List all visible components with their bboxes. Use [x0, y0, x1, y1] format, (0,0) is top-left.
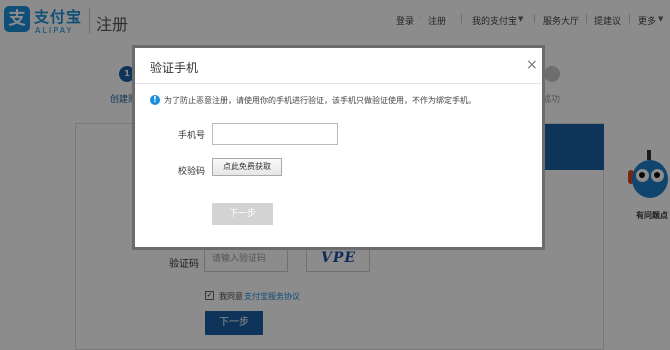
close-icon[interactable]: × — [526, 57, 538, 73]
dialog-title: 验证手机 — [150, 61, 199, 75]
phone-label: 手机号 — [178, 131, 206, 141]
dialog-next-button[interactable]: 下一步 — [212, 203, 273, 225]
dialog-info-text: 为了防止恶意注册，请使用你的手机进行验证，该手机只做验证使用，不作为绑定手机。 — [164, 96, 476, 105]
verify-phone-dialog: 验证手机 × ! 为了防止恶意注册，请使用你的手机进行验证，该手机只做验证使用，… — [132, 45, 545, 250]
get-code-button[interactable]: 点此免费获取 — [212, 158, 282, 176]
phone-input[interactable] — [212, 123, 338, 145]
verification-code-label: 校验码 — [178, 167, 206, 177]
dialog-divider — [135, 83, 542, 84]
info-icon: ! — [150, 95, 160, 105]
